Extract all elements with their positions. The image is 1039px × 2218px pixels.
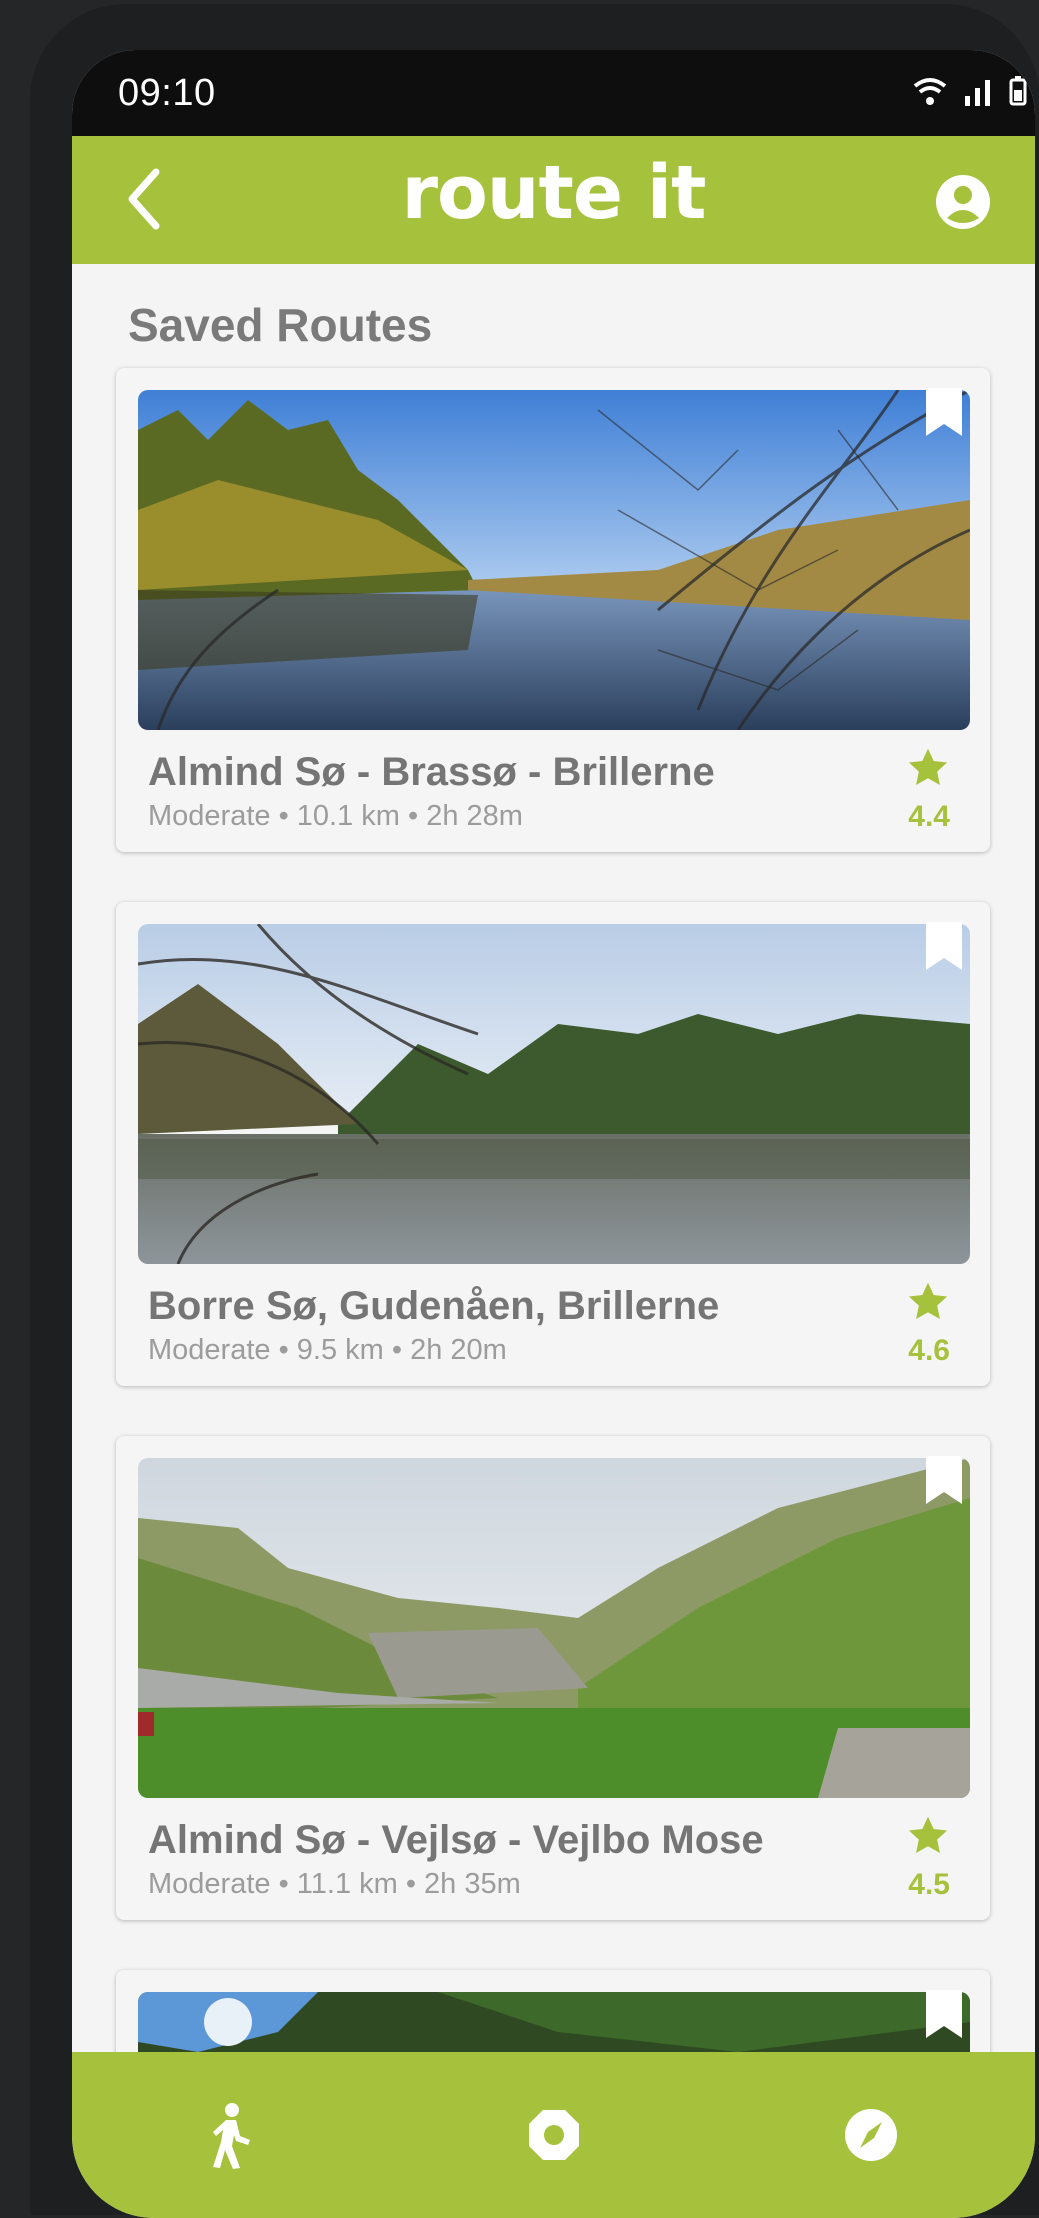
- wifi-icon: [913, 78, 947, 105]
- star-icon: [908, 1816, 948, 1854]
- compass-icon[interactable]: [844, 2108, 898, 2162]
- bookmark-icon[interactable]: [924, 1454, 964, 1506]
- octagon-icon[interactable]: [527, 2108, 581, 2162]
- section-title: Saved Routes: [128, 299, 433, 351]
- route-rating: 4.6: [908, 1334, 950, 1367]
- hiking-icon[interactable]: [206, 2102, 256, 2170]
- app-screen: 09:10 route it Saved Routes Almind Sø - …: [72, 50, 1035, 2218]
- battery-icon: [1009, 76, 1027, 106]
- star-icon: [908, 1282, 948, 1320]
- route-card[interactable]: Almind Sø - Brassø - Brillerne Moderate …: [116, 368, 990, 852]
- route-rating: 4.4: [908, 800, 950, 833]
- route-card[interactable]: Borre Sø, Gudenåen, Brillerne Moderate •…: [116, 902, 990, 1386]
- account-circle-icon[interactable]: [935, 174, 991, 230]
- route-photo: [138, 1458, 970, 1798]
- route-rating: 4.5: [908, 1868, 950, 1901]
- route-card[interactable]: Almind Sø - Vejlsø - Vejlbo Mose Moderat…: [116, 1436, 990, 1920]
- route-meta: Moderate • 9.5 km • 2h 20m: [148, 1334, 507, 1366]
- app-title: route it: [401, 150, 706, 236]
- route-name: Almind Sø - Vejlsø - Vejlbo Mose: [148, 1818, 764, 1862]
- app-bar: route it: [72, 136, 1035, 264]
- bottom-navigation: [72, 2052, 1035, 2218]
- route-name: Borre Sø, Gudenåen, Brillerne: [148, 1284, 720, 1328]
- route-photo: [138, 390, 970, 730]
- route-meta: Moderate • 11.1 km • 2h 35m: [148, 1868, 521, 1900]
- route-name: Almind Sø - Brassø - Brillerne: [148, 750, 715, 794]
- bookmark-icon[interactable]: [924, 386, 964, 438]
- signal-icon: [965, 80, 990, 106]
- route-meta: Moderate • 10.1 km • 2h 28m: [148, 800, 523, 832]
- status-time: 09:10: [118, 72, 216, 114]
- status-icons: [913, 76, 1027, 106]
- bookmark-icon[interactable]: [924, 1988, 964, 2040]
- star-icon: [908, 748, 948, 786]
- status-bar: 09:10: [72, 50, 1035, 136]
- route-photo: [138, 924, 970, 1264]
- bookmark-icon[interactable]: [924, 920, 964, 972]
